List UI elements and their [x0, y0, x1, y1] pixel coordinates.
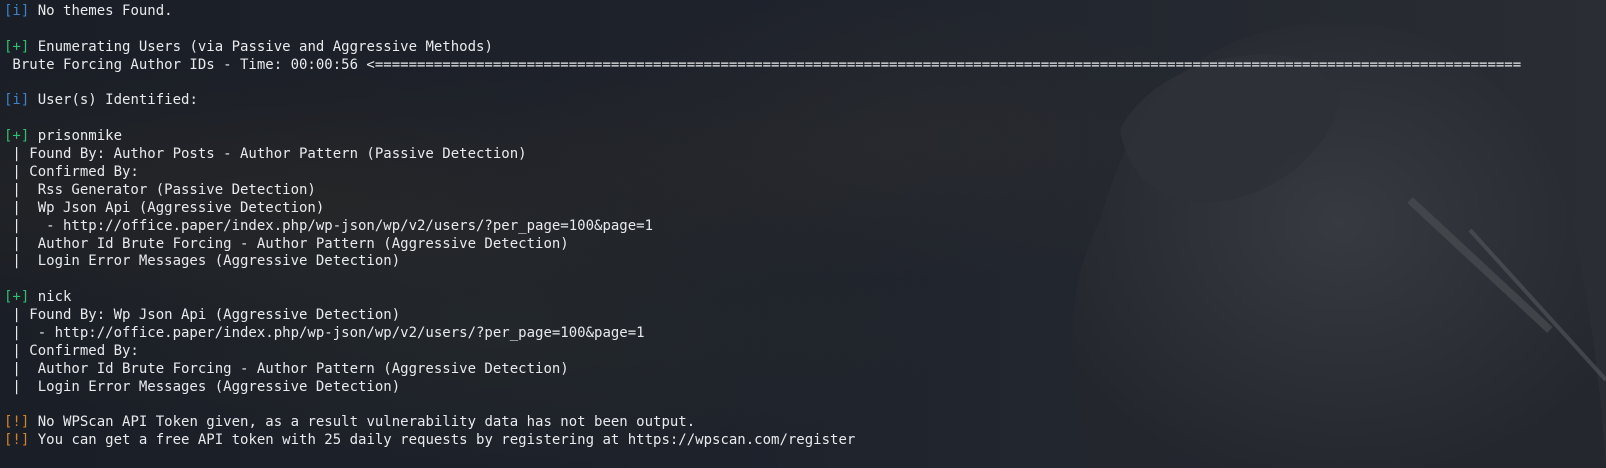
status-tag-warn: [!]	[4, 414, 30, 431]
status-tag-warn: [!]	[4, 432, 30, 449]
terminal-line-text: User(s) Identified:	[29, 92, 198, 109]
terminal-line: [+] Enumerating Users (via Passive and A…	[4, 39, 1606, 57]
terminal-line: | Found By: Wp Json Api (Aggressive Dete…	[4, 307, 1606, 325]
terminal-line: | Wp Json Api (Aggressive Detection)	[4, 200, 1606, 218]
status-tag-info: [i]	[4, 92, 30, 109]
status-tag-plus: [+]	[4, 128, 30, 145]
terminal-line: [i] No themes Found.	[4, 3, 1606, 21]
terminal-line: | Rss Generator (Passive Detection)	[4, 182, 1606, 200]
terminal-output: [i] No themes Found. [+] Enumerating User…	[4, 3, 1606, 450]
terminal-line-text: | Rss Generator (Passive Detection)	[4, 181, 316, 198]
terminal-line-text: | Author Id Brute Forcing - Author Patte…	[4, 235, 569, 252]
terminal-line-text: | Found By: Author Posts - Author Patter…	[4, 146, 527, 163]
terminal-line-text: You can get a free API token with 25 dai…	[29, 432, 856, 449]
terminal-line: | Login Error Messages (Aggressive Detec…	[4, 253, 1606, 271]
terminal-line: Brute Forcing Author IDs - Time: 00:00:5…	[4, 57, 1606, 75]
terminal-line-text: | Found By: Wp Json Api (Aggressive Dete…	[4, 307, 401, 324]
terminal-line: [i] User(s) Identified:	[4, 92, 1606, 110]
terminal-line-text: Enumerating Users (via Passive and Aggre…	[29, 38, 493, 55]
terminal-line: | Confirmed By:	[4, 164, 1606, 182]
terminal-line-text: | Confirmed By:	[4, 164, 139, 181]
terminal-line: | Author Id Brute Forcing - Author Patte…	[4, 361, 1606, 379]
terminal-line-text: | Confirmed By:	[4, 342, 139, 359]
terminal-line-text: No WPScan API Token given, as a result v…	[29, 414, 696, 431]
terminal-line: | Found By: Author Posts - Author Patter…	[4, 146, 1606, 164]
terminal-line: | Confirmed By:	[4, 343, 1606, 361]
terminal-line-text: | - http://office.paper/index.php/wp-jso…	[4, 325, 645, 342]
terminal-line-text: prisonmike	[29, 128, 123, 145]
terminal-line: | - http://office.paper/index.php/wp-jso…	[4, 218, 1606, 236]
terminal-line-text: Brute Forcing Author IDs - Time: 00:00:5…	[4, 56, 1522, 73]
status-tag-info: [i]	[4, 3, 30, 19]
terminal-line-text: | Wp Json Api (Aggressive Detection)	[4, 199, 325, 216]
terminal-line: [+] nick	[4, 289, 1606, 307]
terminal-line: [+] prisonmike	[4, 128, 1606, 146]
terminal-line: | Author Id Brute Forcing - Author Patte…	[4, 236, 1606, 254]
terminal-line: [!] No WPScan API Token given, as a resu…	[4, 414, 1606, 432]
terminal-line-text: | Author Id Brute Forcing - Author Patte…	[4, 360, 569, 377]
terminal-line-text: | Login Error Messages (Aggressive Detec…	[4, 378, 401, 395]
status-tag-plus: [+]	[4, 289, 30, 306]
terminal-line-text: nick	[29, 289, 72, 306]
terminal-line-text: No themes Found.	[29, 3, 173, 19]
terminal-line: | Login Error Messages (Aggressive Detec…	[4, 379, 1606, 397]
terminal-line: [!] You can get a free API token with 25…	[4, 432, 1606, 450]
terminal-line-text: | Login Error Messages (Aggressive Detec…	[4, 253, 401, 270]
terminal-line-text: | - http://office.paper/index.php/wp-jso…	[4, 217, 654, 234]
terminal-line: | - http://office.paper/index.php/wp-jso…	[4, 325, 1606, 343]
status-tag-plus: [+]	[4, 38, 30, 55]
